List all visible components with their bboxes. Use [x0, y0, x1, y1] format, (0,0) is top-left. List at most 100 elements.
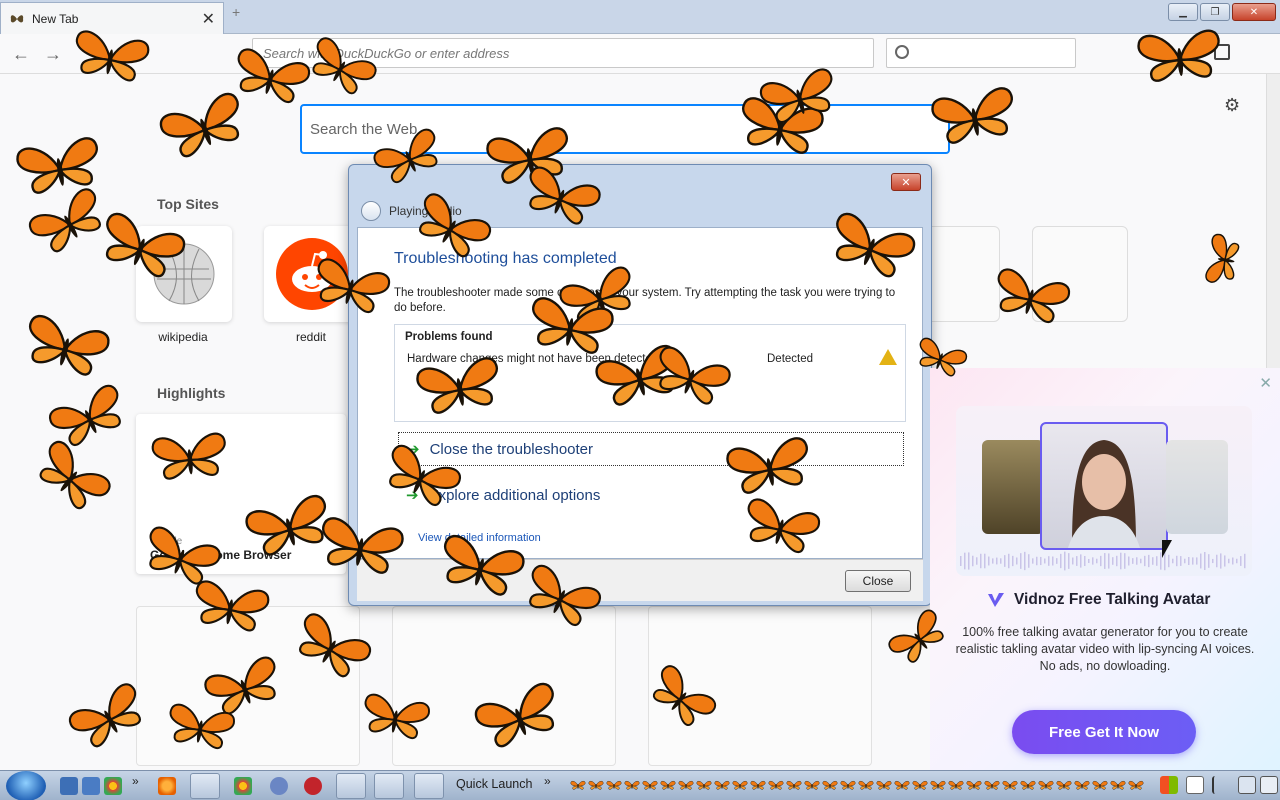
empty-site-tile[interactable]: [1032, 226, 1128, 322]
taskbar-butterfly-icon: [1074, 780, 1090, 790]
chrome-icon[interactable]: [234, 777, 252, 795]
new-tab-button[interactable]: +: [232, 4, 240, 20]
url-placeholder: Search with DuckDuckGo or enter address: [263, 45, 510, 61]
mouse-cursor-icon: [1162, 540, 1172, 558]
dialog-footer: Close: [357, 559, 923, 601]
taskbar-butterfly-icon: [750, 780, 766, 790]
monarch-butterfly-icon: [49, 384, 121, 447]
taskbar-butterfly-icon: [948, 780, 964, 790]
taskbar-butterfly-icon: [660, 780, 676, 790]
taskbar-butterfly-icon: [786, 780, 802, 790]
monarch-butterfly-icon: [159, 92, 240, 158]
taskbar-control-panel[interactable]: [336, 773, 366, 799]
vidnoz-logo-icon: [988, 593, 1004, 607]
taskbar-butterfly-icon: [768, 780, 784, 790]
top-site-wikipedia[interactable]: [136, 226, 232, 322]
forward-arrow-icon[interactable]: →: [40, 42, 66, 66]
close-button[interactable]: Close: [845, 570, 911, 592]
problem-item: Hardware changes might not have been det…: [407, 353, 659, 365]
highlight-card[interactable]: Google Google Chrome Browser: [136, 414, 346, 574]
butterfly-favicon-icon: [10, 14, 24, 22]
problems-list: Problems found Hardware changes might no…: [394, 324, 906, 422]
problems-header: Problems found: [405, 331, 493, 343]
highlight-source: Google: [150, 536, 183, 547]
home-icon[interactable]: ⌂: [104, 42, 130, 66]
dialog-nav: Playing Audio: [361, 201, 462, 221]
dialog-body: Troubleshooting has completed The troubl…: [357, 227, 923, 559]
taskbar-butterfly-icon: [966, 780, 982, 790]
taskbar-butterfly-icon: [894, 780, 910, 790]
taskbar-butterfly-icon: [588, 780, 604, 790]
minimize-button[interactable]: ▁: [1168, 3, 1198, 21]
butterfly-strip: [570, 780, 1144, 790]
monarch-butterfly-icon: [39, 440, 111, 510]
explore-options-link[interactable]: ➔ Explore additional options: [398, 478, 904, 512]
quick-launch-more-icon[interactable]: »: [544, 774, 551, 788]
volume-icon[interactable]: [1260, 776, 1278, 794]
taskbar-butterfly-icon: [876, 780, 892, 790]
back-arrow-icon[interactable]: ←: [8, 42, 34, 66]
top-sites-title: Top Sites: [157, 196, 219, 212]
tab-title: New Tab: [32, 11, 79, 26]
taskbar-notepad[interactable]: [374, 773, 404, 799]
restore-button[interactable]: ❐: [1200, 3, 1230, 21]
dialog-back-icon[interactable]: [361, 201, 381, 221]
dialog-heading: Troubleshooting has completed: [394, 250, 617, 267]
gear-icon[interactable]: ⚙: [1224, 95, 1240, 116]
taskbar-butterfly-icon: [984, 780, 1000, 790]
taskbar-butterfly-icon: [570, 780, 586, 790]
quicklaunch-more-icon[interactable]: »: [132, 774, 139, 788]
search-icon: [895, 45, 909, 59]
top-site-label: reddit: [295, 330, 327, 344]
close-troubleshooter-label: Close the troubleshooter: [429, 440, 594, 458]
top-site-label: wikipedia: [158, 330, 208, 344]
windows-flag-icon[interactable]: [1160, 776, 1178, 794]
highlights-title: Highlights: [157, 385, 226, 401]
detailed-information-link[interactable]: View detailed information: [418, 532, 541, 544]
audio-waveform-icon: [960, 551, 1246, 571]
taskbar-butterfly-icon: [606, 780, 622, 790]
dialog-close-icon[interactable]: ✕: [891, 173, 921, 191]
green-arrow-icon: ➔: [407, 441, 420, 458]
quick-launch-label[interactable]: Quick Launch: [456, 777, 532, 791]
search-bar[interactable]: [886, 38, 1076, 68]
dialog-description: The troubleshooter made some changes to …: [394, 287, 896, 314]
taskbar-butterfly-icon: [930, 780, 946, 790]
taskbar-butterfly-icon: [1128, 780, 1144, 790]
taskbar-troubleshooter[interactable]: [414, 773, 444, 799]
vidnoz-ad-panel: ✕ Vidnoz Free Talking Avatar 100% free t…: [930, 368, 1280, 770]
monarch-butterfly-icon: [16, 137, 98, 194]
firefox-icon[interactable]: [158, 777, 176, 795]
ad-close-icon[interactable]: ✕: [1259, 374, 1272, 392]
chrome-icon[interactable]: [104, 777, 122, 795]
page-scrollbar[interactable]: [1266, 74, 1280, 370]
taskbar-butterfly-app[interactable]: [190, 773, 220, 799]
dialog-nav-title: Playing Audio: [389, 204, 462, 218]
tab-new-tab[interactable]: New Tab ✕: [0, 2, 224, 34]
close-window-button[interactable]: ✕: [1232, 3, 1276, 21]
taskbar-butterfly-icon: [642, 780, 658, 790]
free-get-it-now-button[interactable]: Free Get It Now: [1012, 710, 1196, 754]
tab-close-icon[interactable]: ✕: [202, 9, 215, 29]
show-desktop-icon[interactable]: [60, 777, 78, 795]
start-button[interactable]: [6, 771, 46, 800]
library-icon[interactable]: [1214, 44, 1230, 60]
web-search-input[interactable]: Search the Web: [300, 104, 950, 154]
ad-brand: Vidnoz Free Talking Avatar: [986, 590, 1210, 610]
green-arrow-icon: ➔: [406, 487, 419, 504]
taskbar-butterfly-icon: [696, 780, 712, 790]
taskbar-butterfly-icon: [840, 780, 856, 790]
url-bar[interactable]: Search with DuckDuckGo or enter address: [252, 38, 874, 68]
highlight-title: Google Chrome Browser: [150, 548, 292, 562]
action-center-flag-icon[interactable]: [1212, 776, 1230, 794]
placeholder-card: [136, 606, 360, 766]
close-troubleshooter-link[interactable]: ➔ Close the troubleshooter: [398, 432, 904, 466]
app-icon[interactable]: [304, 777, 322, 795]
network-icon[interactable]: [1238, 776, 1256, 794]
wikipedia-globe-icon: [153, 243, 215, 305]
top-site-reddit[interactable]: [264, 226, 360, 322]
taskbar-butterfly-icon: [678, 780, 694, 790]
document-icon[interactable]: [1186, 776, 1204, 794]
app-icon[interactable]: [270, 777, 288, 795]
explorer-icon[interactable]: [82, 777, 100, 795]
